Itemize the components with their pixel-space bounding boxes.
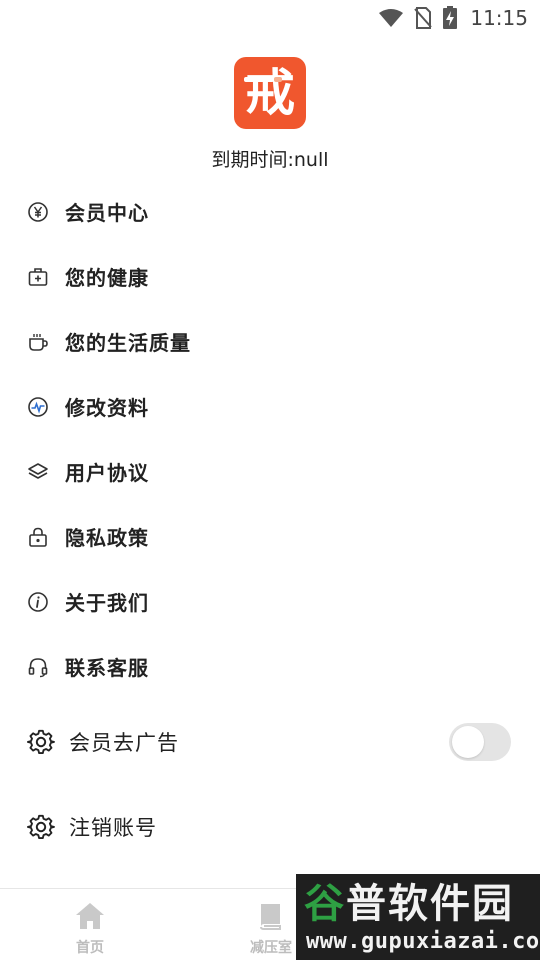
coffee-cup-icon [27,331,49,353]
tab-home[interactable]: 首页 [45,901,135,957]
watermark-title-part2: 普软件园 [346,881,514,927]
ad-free-label: 会员去广告 [69,731,179,755]
menu-item-privacy-policy[interactable]: 隐私政策 [0,504,540,569]
logo-char: 戒 [245,64,295,122]
battery-charging-icon [442,6,458,30]
menu-item-label: 用户协议 [65,461,149,485]
menu-item-contact-support[interactable]: 联系客服 [0,634,540,699]
headset-icon [27,656,49,678]
yen-circle-icon [27,201,49,223]
menu-item-health[interactable]: 您的健康 [0,244,540,309]
menu-item-label: 您的生活质量 [65,331,191,355]
menu-item-about-us[interactable]: 关于我们 [0,569,540,634]
gear-icon [27,728,55,756]
wifi-icon [378,8,404,28]
status-bar: 11:15 [0,0,540,36]
watermark-url: www.gupuxiazai.com [306,929,540,954]
lock-icon [27,526,49,548]
menu-item-label: 修改资料 [65,396,149,420]
menu-item-label: 会员中心 [65,201,149,225]
watermark-title-part1: 谷 [304,881,346,927]
menu-item-label: 隐私政策 [65,526,149,550]
activity-pulse-icon [27,396,49,418]
gear-icon [27,813,55,841]
layers-icon [27,461,49,483]
menu-list: 会员中心 您的健康 您的生活质量 修改资料 用户协议 隐私政策 关于我们 联系客… [0,179,540,699]
no-sim-icon [414,7,433,29]
book-icon [256,901,286,935]
tab-relax-room-label: 减压室 [250,940,292,956]
setting-ad-free: 会员去广告 [0,712,540,772]
setting-cancel-account[interactable]: 注销账号 [0,797,540,857]
menu-item-label: 关于我们 [65,591,149,615]
menu-item-edit-profile[interactable]: 修改资料 [0,374,540,439]
screen: 11:15 戒 到期时间:null 会员中心 您的健康 您的生活质量 修改资料 … [0,0,540,960]
menu-item-member-center[interactable]: 会员中心 [0,179,540,244]
menu-item-life-quality[interactable]: 您的生活质量 [0,309,540,374]
app-logo: 戒 [234,57,306,129]
menu-item-label: 联系客服 [65,656,149,680]
cancel-account-label: 注销账号 [69,816,157,840]
medical-kit-icon [27,266,49,288]
toggle-knob [452,726,484,758]
info-icon [27,591,49,613]
menu-item-label: 您的健康 [65,266,149,290]
watermark-title: 谷普软件园 [304,882,514,926]
ad-free-toggle[interactable] [449,723,511,761]
expiry-text: 到期时间:null [211,149,329,171]
tab-home-label: 首页 [76,940,104,956]
home-icon [74,901,106,935]
menu-item-user-agreement[interactable]: 用户协议 [0,439,540,504]
status-time: 11:15 [470,6,528,30]
watermark: 谷普软件园 www.gupuxiazai.com [296,874,540,960]
logo-cigarette-bar [244,77,274,82]
logo-cigarette-tip [274,77,282,82]
